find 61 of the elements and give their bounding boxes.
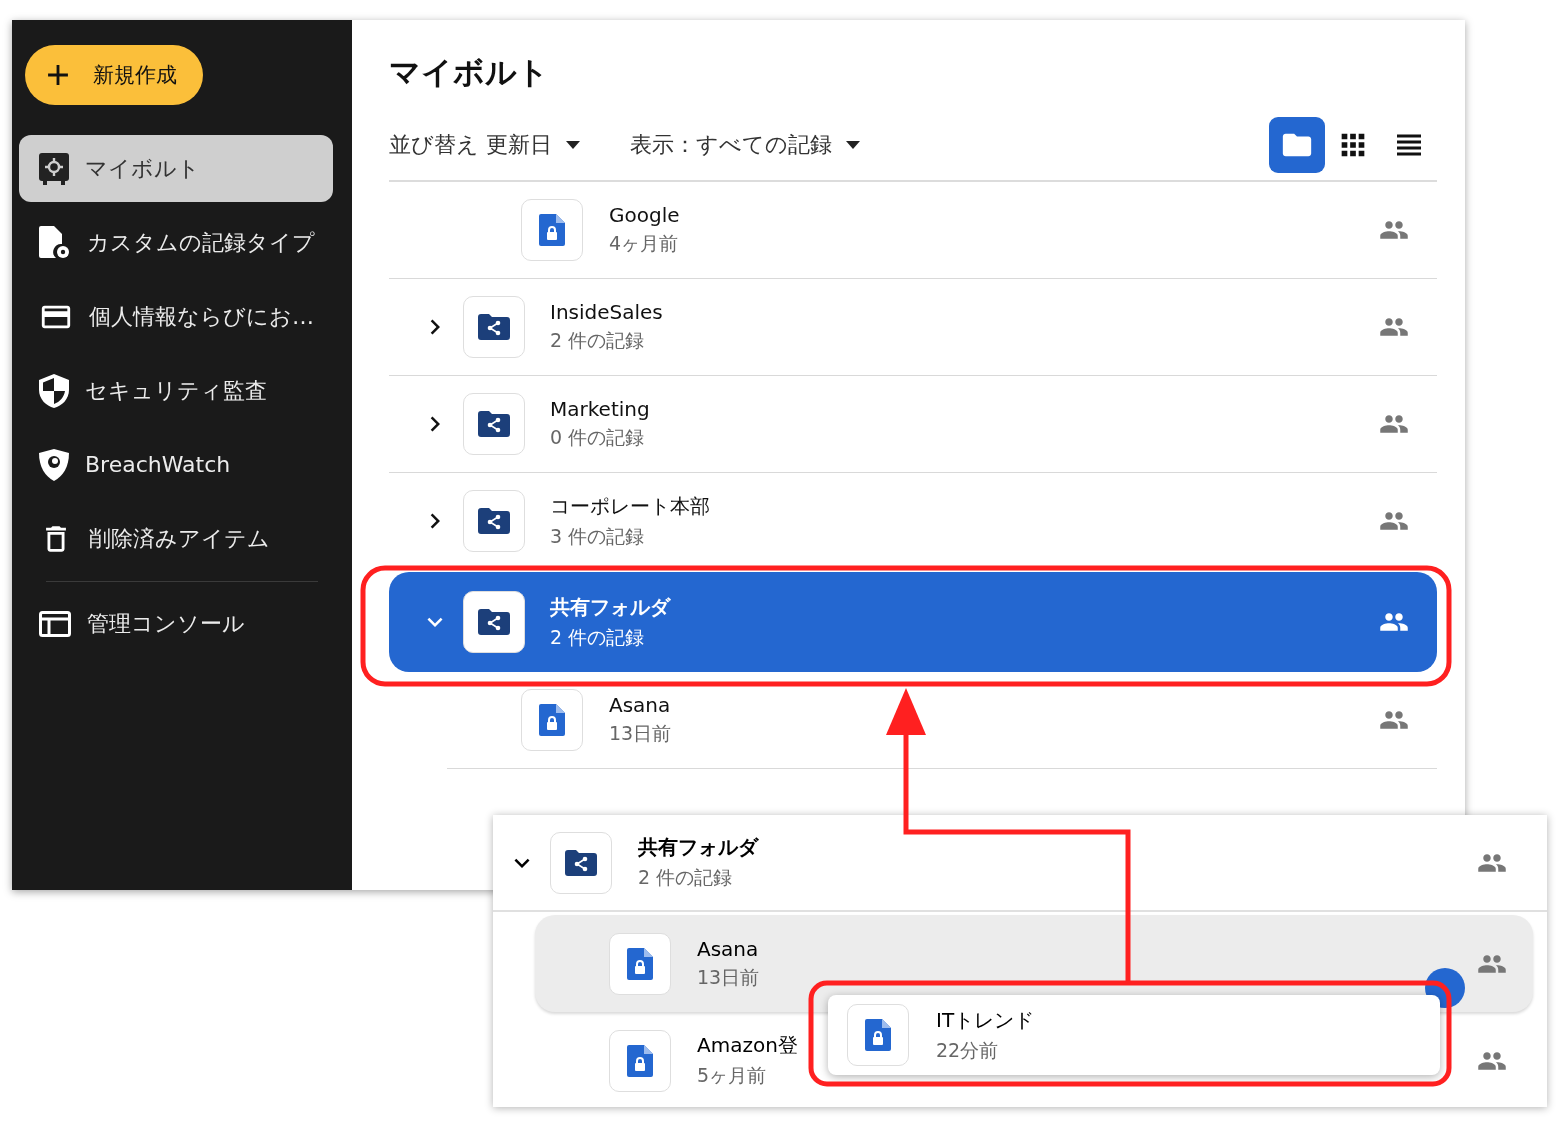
vault-icon (39, 152, 69, 185)
row-subtitle: 13日前 (697, 964, 760, 990)
sidebar-label: 個人情報ならびにお… (89, 302, 314, 331)
folder-row[interactable]: 共有フォルダ 2 件の記録 (493, 815, 1547, 912)
folder-row[interactable]: Marketing 0 件の記録 (389, 376, 1437, 473)
sidebar-label: カスタムの記録タイプ (87, 228, 315, 257)
sidebar-item[interactable]: セキュリティ監査 (19, 357, 333, 424)
shared-folder-icon (478, 508, 510, 534)
row-subtitle: 4ヶ月前 (609, 231, 679, 256)
row-title: 共有フォルダ (550, 593, 670, 621)
shared-folder-icon (565, 849, 597, 876)
filter-dropdown[interactable]: 表示：すべての記録 (630, 130, 860, 160)
sidebar-item[interactable]: カスタムの記録タイプ (19, 209, 333, 276)
caret-icon (846, 141, 860, 149)
shared-folder-icon (478, 411, 510, 437)
lock-document-icon (539, 704, 565, 736)
folder-row[interactable]: 共有フォルダ 2 件の記録 (389, 572, 1437, 672)
sidebar-item[interactable]: 削除済みアイテム (19, 505, 333, 572)
row-subtitle: 3 件の記録 (550, 523, 645, 549)
sort-dropdown[interactable]: 並び替え 更新日 (389, 130, 580, 160)
folder-row[interactable]: InsideSales 2 件の記録 (389, 279, 1437, 376)
row-title: InsideSales (550, 300, 663, 324)
shield-icon (39, 373, 69, 408)
document-gear-icon (39, 225, 71, 260)
row-subtitle: 2 件の記録 (550, 328, 645, 353)
sidebar-item[interactable]: BreachWatch (19, 431, 333, 498)
row-subtitle: 5ヶ月前 (697, 1063, 767, 1088)
shield-eye-icon (39, 448, 69, 481)
sidebar-label: セキュリティ監査 (85, 376, 267, 405)
record-row[interactable]: Google 4ヶ月前 (389, 182, 1437, 279)
lock-document-icon (627, 1044, 653, 1077)
row-title: Amazon登 (697, 1032, 798, 1059)
row-title: Google (609, 203, 680, 227)
row-subtitle: 13日前 (609, 721, 672, 746)
sidebar-item[interactable]: マイボルト (19, 135, 333, 202)
shared-folder-icon (478, 609, 510, 635)
sidebar-label: 削除済みアイテム (89, 524, 270, 553)
row-subtitle: 2 件の記録 (638, 865, 733, 890)
sidebar-item[interactable]: 個人情報ならびにお… (19, 283, 333, 350)
sidebar-label: 管理コンソール (87, 609, 245, 638)
lock-document-icon (865, 1019, 891, 1051)
row-title: 共有フォルダ (638, 834, 758, 861)
row-title: Marketing (550, 397, 650, 421)
page-title: マイボルト (389, 53, 549, 92)
sidebar-item[interactable]: 管理コンソール (19, 590, 333, 657)
sidebar-label: マイボルト (85, 154, 200, 183)
window-panel-icon (39, 610, 71, 637)
row-title: Asana (697, 936, 759, 961)
row-subtitle: 22分前 (936, 1037, 999, 1063)
folder-row[interactable]: コーポレート本部 3 件の記録 (389, 473, 1437, 570)
sidebar-label: BreachWatch (85, 452, 231, 477)
row-subtitle: 0 件の記録 (550, 425, 645, 450)
row-title: Asana (609, 693, 671, 717)
row-title: コーポレート本部 (550, 492, 710, 520)
lock-document-icon (539, 214, 565, 246)
lock-document-icon (627, 947, 653, 980)
new-button[interactable]: 新規作成 (25, 45, 203, 105)
row-subtitle: 2 件の記録 (550, 624, 645, 650)
caret-icon (566, 141, 580, 149)
shared-folder-icon (478, 314, 510, 340)
dragged-record-card[interactable]: ITトレンド 22分前 (828, 995, 1440, 1075)
